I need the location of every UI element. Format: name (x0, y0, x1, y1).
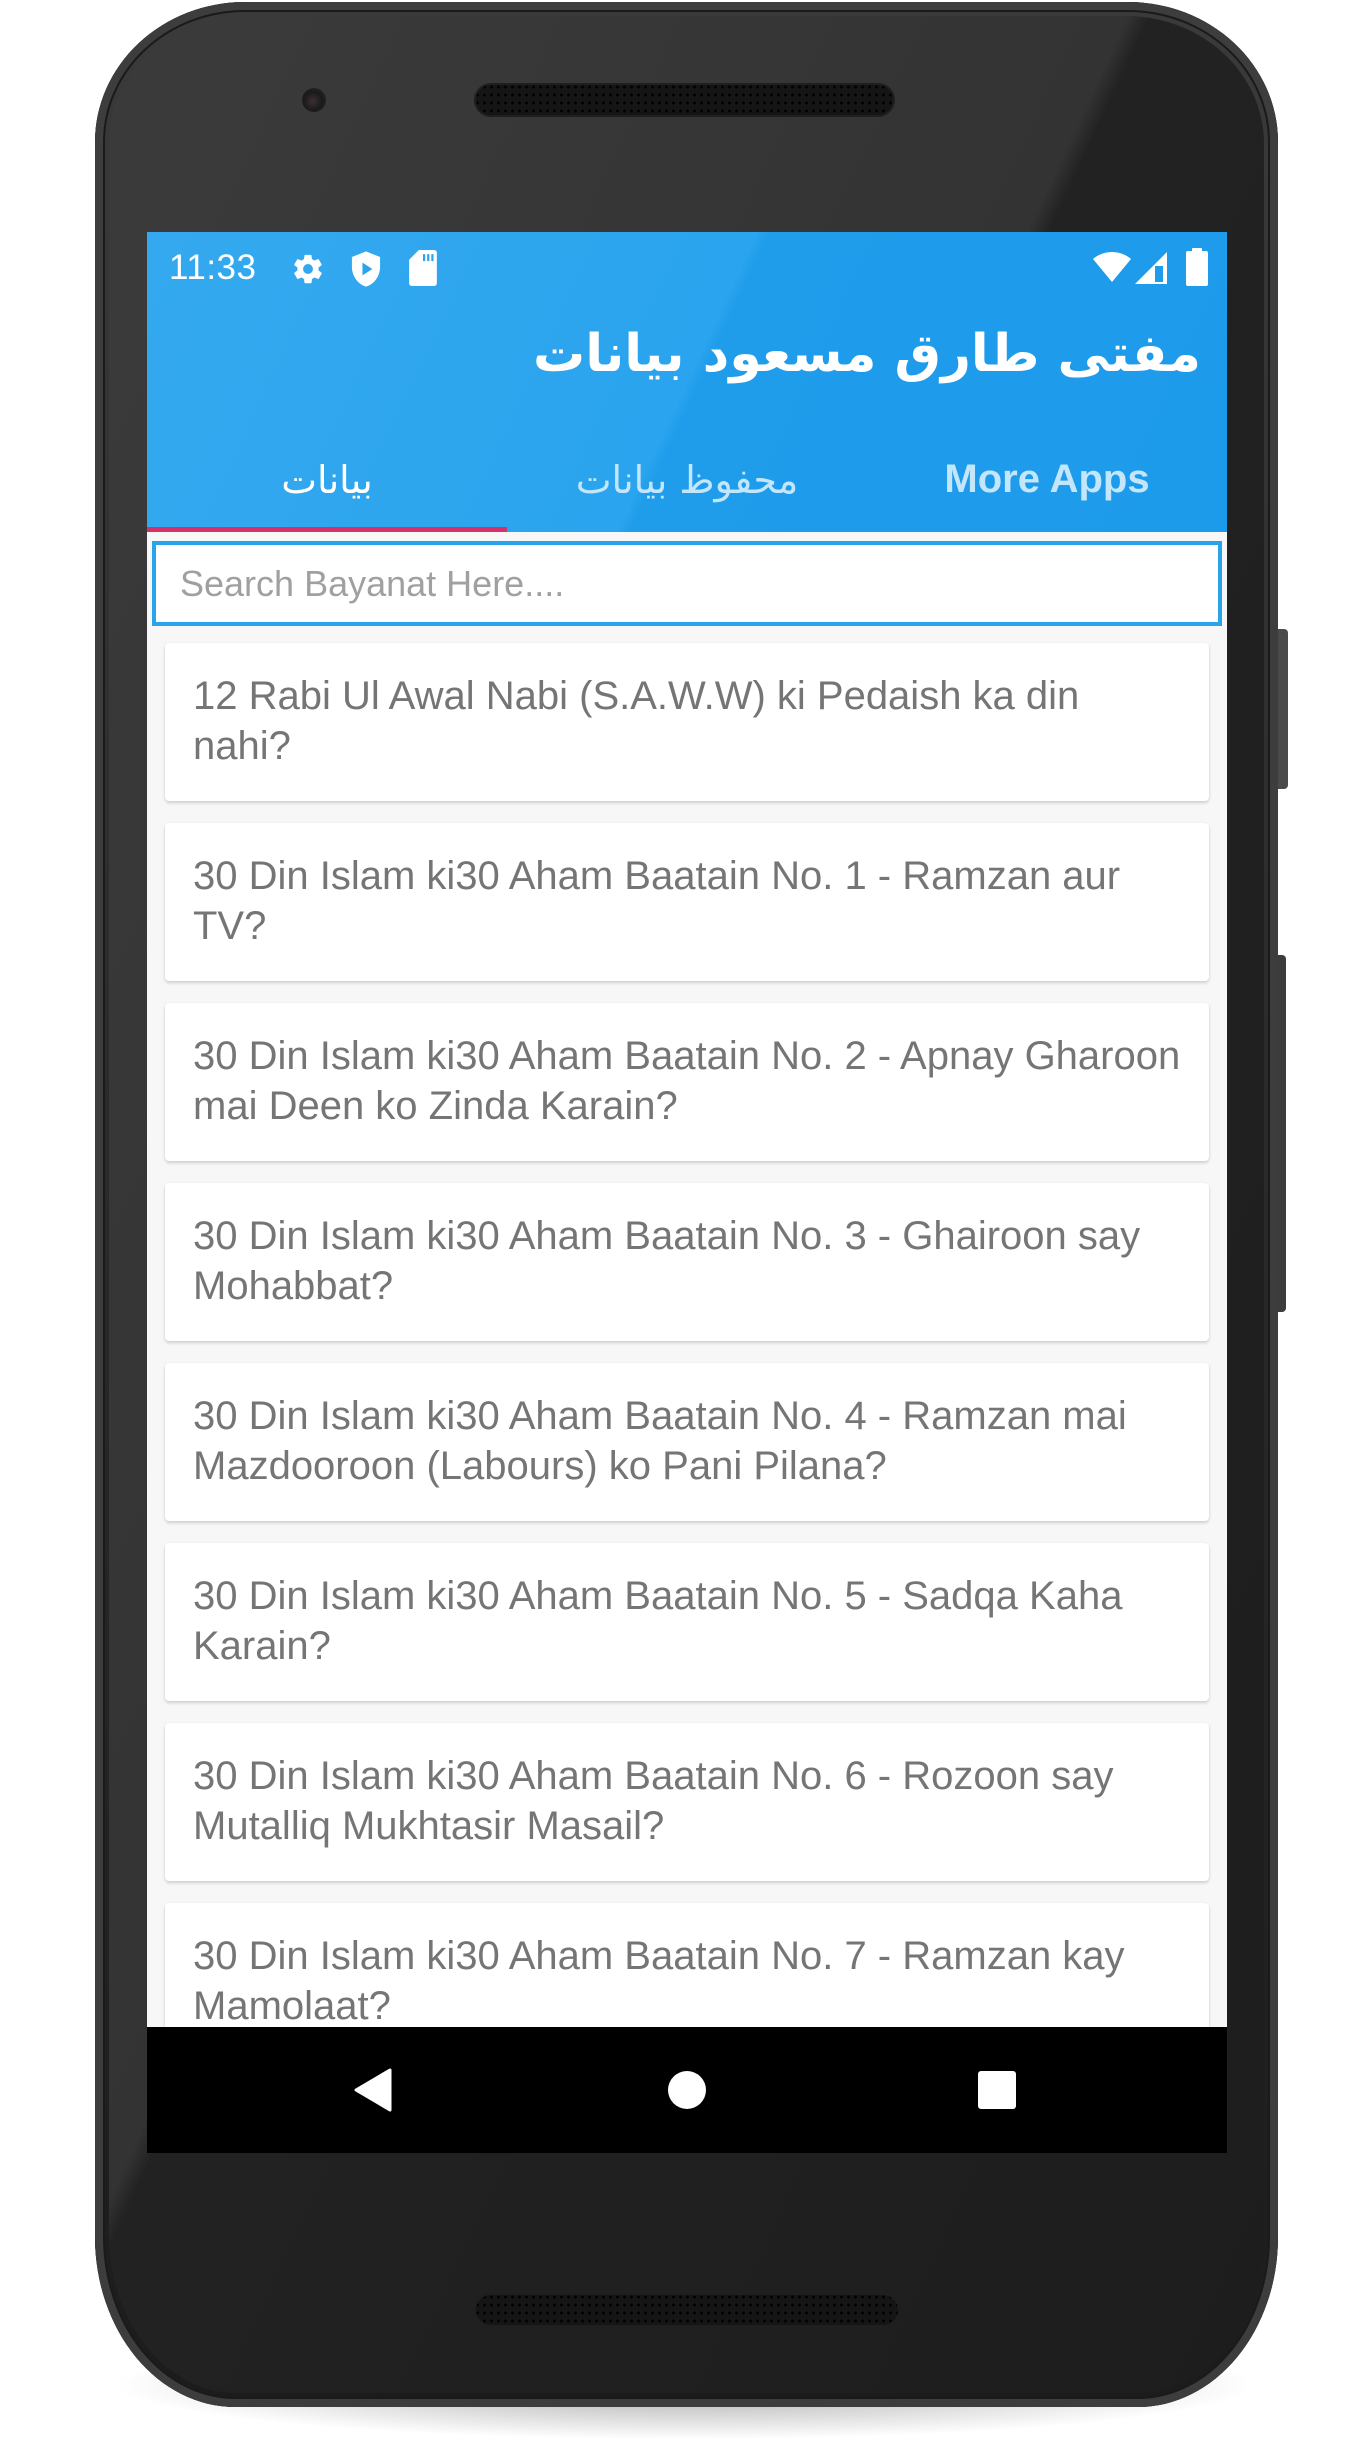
back-button[interactable] (293, 2027, 453, 2153)
home-icon (668, 2071, 706, 2109)
tab-indicator (147, 527, 507, 532)
gear-icon (291, 252, 325, 291)
list-item-title: 30 Din Islam ki30 Aham Baatain No. 3 - G… (193, 1214, 1141, 1308)
home-button[interactable] (607, 2027, 767, 2153)
list-item-title: 30 Din Islam ki30 Aham Baatain No. 6 - R… (193, 1754, 1114, 1848)
status-bar: 11:33 (147, 232, 1227, 302)
back-icon (354, 2068, 392, 2112)
status-time: 11:33 (169, 248, 257, 287)
list-item-title: 30 Din Islam ki30 Aham Baatain No. 2 - A… (193, 1034, 1181, 1128)
shield-play-icon (349, 250, 383, 293)
tab-saved-bayanat[interactable]: محفوظ بیانات (507, 427, 867, 532)
list-item-title: 30 Din Islam ki30 Aham Baatain No. 1 - R… (193, 854, 1121, 948)
wifi-icon (1093, 252, 1131, 287)
volume-rocker[interactable] (1278, 955, 1286, 1312)
search-input[interactable] (156, 545, 1218, 622)
list-item[interactable]: 12 Rabi Ul Awal Nabi (S.A.W.W) ki Pedais… (165, 643, 1209, 801)
tab-more-apps[interactable]: More Apps (867, 427, 1227, 532)
power-button[interactable] (1278, 629, 1288, 789)
list-item[interactable]: 30 Din Islam ki30 Aham Baatain No. 6 - R… (165, 1723, 1209, 1881)
tab-label: More Apps (944, 457, 1150, 501)
list-item-title: 30 Din Islam ki30 Aham Baatain No. 4 - R… (193, 1394, 1127, 1488)
sd-card-icon (409, 250, 437, 291)
list-item-title: 30 Din Islam ki30 Aham Baatain No. 7 - R… (193, 1934, 1125, 2028)
bottom-speaker (474, 2293, 900, 2327)
tab-bar: بیانات محفوظ بیانات More Apps (147, 427, 1227, 532)
recents-button[interactable] (917, 2027, 1077, 2153)
list-item-title: 30 Din Islam ki30 Aham Baatain No. 5 - S… (193, 1574, 1123, 1668)
front-camera-icon (302, 88, 326, 112)
tab-label: محفوظ بیانات (575, 457, 799, 502)
list-item[interactable]: 30 Din Islam ki30 Aham Baatain No. 4 - R… (165, 1363, 1209, 1521)
screen: 11:33 مفتی طارق مسعود بیانات بیانات محفو… (147, 232, 1227, 2153)
earpiece-speaker (474, 83, 895, 117)
battery-icon (1186, 248, 1208, 291)
list-item[interactable]: 30 Din Islam ki30 Aham Baatain No. 2 - A… (165, 1003, 1209, 1161)
cell-signal-icon (1135, 252, 1167, 289)
tab-bayanat[interactable]: بیانات (147, 427, 507, 532)
list-item-title: 12 Rabi Ul Awal Nabi (S.A.W.W) ki Pedais… (193, 674, 1080, 768)
app-bar: 11:33 مفتی طارق مسعود بیانات بیانات محفو… (147, 232, 1227, 532)
list-item[interactable]: 30 Din Islam ki30 Aham Baatain No. 1 - R… (165, 823, 1209, 981)
tab-label: بیانات (281, 457, 373, 502)
search-box (152, 541, 1222, 626)
list-item[interactable]: 30 Din Islam ki30 Aham Baatain No. 5 - S… (165, 1543, 1209, 1701)
list-item[interactable]: 30 Din Islam ki30 Aham Baatain No. 3 - G… (165, 1183, 1209, 1341)
recents-icon (978, 2071, 1016, 2109)
app-title: مفتی طارق مسعود بیانات (532, 324, 1201, 384)
navigation-bar (147, 2027, 1227, 2153)
